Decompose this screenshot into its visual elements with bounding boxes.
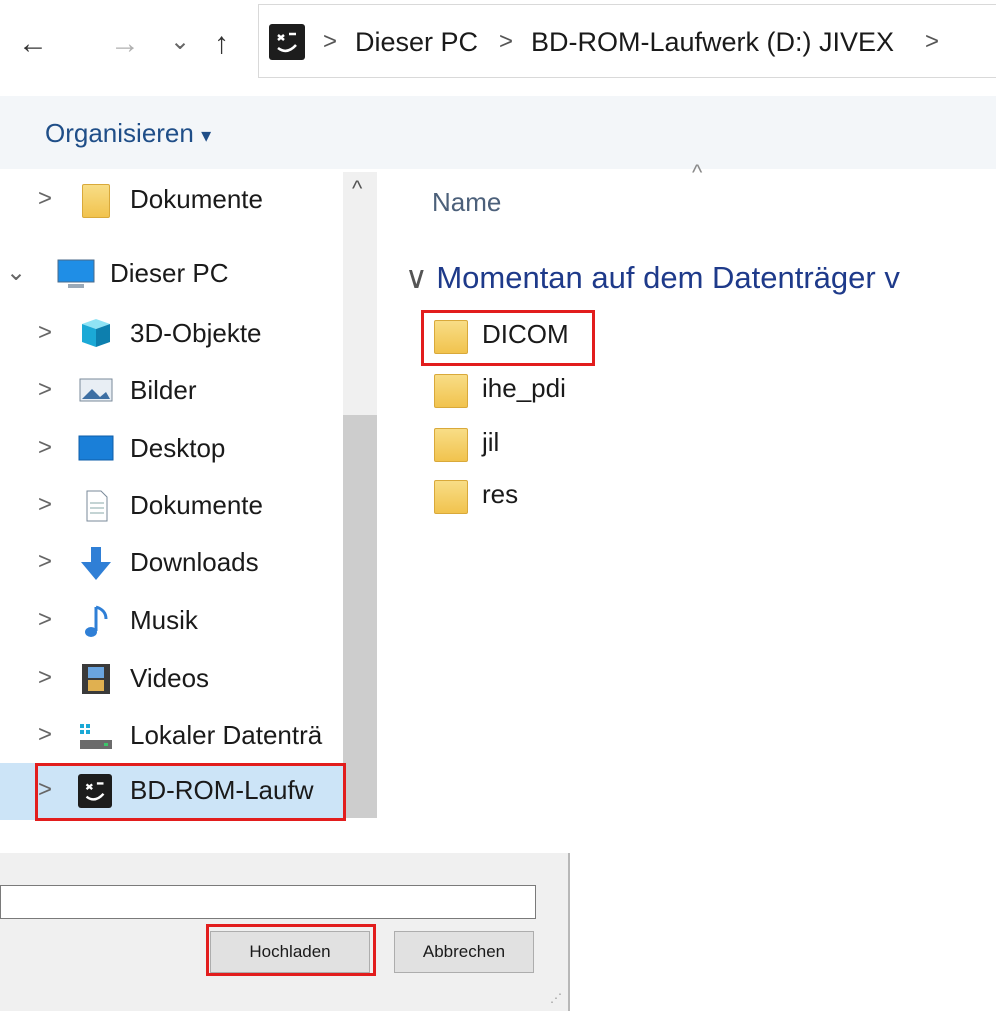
- chevron-right-icon[interactable]: >: [38, 433, 52, 463]
- tree-item-label: Dokumente: [130, 184, 263, 214]
- scroll-up-icon[interactable]: ^: [352, 176, 362, 202]
- cube-icon: [78, 318, 114, 348]
- cancel-button[interactable]: Abbrechen: [394, 931, 534, 973]
- breadcrumb-item-bd-rom[interactable]: BD-ROM-Laufwerk (D:) JIVEX: [531, 25, 894, 59]
- chevron-right-icon[interactable]: >: [38, 318, 52, 348]
- folder-icon: [434, 374, 468, 408]
- file-name: jil: [482, 427, 500, 457]
- file-item-jil[interactable]: jil: [434, 420, 734, 468]
- tree-item-label: Bilder: [130, 375, 197, 405]
- chevron-down-icon: ▾: [201, 125, 212, 147]
- tree-item-label: Downloads: [130, 547, 259, 577]
- organise-label: Organisieren: [45, 118, 194, 148]
- highlight-box-dicom: [421, 310, 595, 366]
- group-collapse-icon[interactable]: ∨: [405, 260, 428, 295]
- tree-item-3d-objekte[interactable]: > 3D-Objekte: [0, 306, 345, 362]
- tree-item-label: 3D-Objekte: [130, 318, 262, 348]
- tree-item-downloads[interactable]: > Downloads: [0, 535, 345, 591]
- command-bar: Organisieren ▾: [0, 96, 996, 169]
- highlight-box-bd-rom: [35, 763, 346, 821]
- pictures-icon: [78, 375, 114, 405]
- tree-item-dokumente-quick[interactable]: > Dokumente: [0, 172, 345, 228]
- tree-item-label: Dieser PC: [110, 258, 229, 288]
- download-arrow-icon: [78, 547, 114, 580]
- forward-button[interactable]: →: [110, 26, 140, 62]
- computer-icon: [54, 258, 95, 288]
- file-name: ihe_pdi: [482, 373, 566, 403]
- folder-icon: [434, 428, 468, 462]
- chevron-right-icon[interactable]: >: [38, 605, 52, 635]
- tree-item-label: Dokumente: [130, 490, 263, 520]
- breadcrumb-separator[interactable]: >: [925, 25, 939, 59]
- tree-item-label: Lokaler Datenträ: [130, 720, 323, 750]
- tree-item-musik[interactable]: > Musik: [0, 593, 345, 649]
- chevron-right-icon[interactable]: >: [38, 375, 52, 405]
- film-icon: [78, 663, 114, 694]
- breadcrumb-separator: >: [323, 28, 338, 55]
- file-item-res[interactable]: res: [434, 472, 734, 520]
- column-header-name[interactable]: Name: [432, 185, 501, 219]
- file-name: res: [482, 479, 519, 509]
- tree-item-label: Videos: [130, 663, 210, 693]
- breadcrumb-separator: >: [499, 28, 514, 55]
- recent-locations-button[interactable]: ⌄: [170, 24, 190, 60]
- tree-item-lokaler-datentraeger[interactable]: > Lokaler Datenträ: [0, 708, 345, 764]
- tree-item-bilder[interactable]: > Bilder: [0, 363, 345, 419]
- address-bar[interactable]: > Dieser PC > BD-ROM-Laufwerk (D:) JIVEX…: [258, 4, 996, 78]
- folder-icon: [78, 184, 114, 218]
- tree-scrollbar-thumb[interactable]: [343, 415, 377, 818]
- tree-item-dokumente[interactable]: > Dokumente: [0, 478, 345, 534]
- folder-icon: [434, 480, 468, 514]
- up-button[interactable]: ↑: [214, 26, 229, 62]
- tree-item-label: Musik: [130, 605, 198, 635]
- group-header[interactable]: ∨ Momentan auf dem Datenträger v: [405, 258, 900, 298]
- resize-grip-icon[interactable]: ⋰: [550, 991, 562, 1005]
- tree-item-label: Desktop: [130, 433, 226, 463]
- organise-menu-button[interactable]: Organisieren ▾: [45, 116, 211, 153]
- chevron-right-icon[interactable]: >: [38, 663, 52, 693]
- hard-drive-icon: [78, 720, 114, 750]
- bd-drive-icon: [269, 24, 305, 60]
- music-note-icon: [78, 605, 114, 637]
- chevron-right-icon[interactable]: >: [38, 184, 52, 214]
- sort-ascending-icon: ^: [692, 160, 703, 185]
- tree-item-videos[interactable]: > Videos: [0, 651, 345, 707]
- back-button[interactable]: ←: [18, 26, 48, 62]
- tree-item-desktop[interactable]: > Desktop: [0, 421, 345, 477]
- filename-input[interactable]: [0, 885, 536, 919]
- document-icon: [78, 490, 114, 522]
- file-item-ihe-pdi[interactable]: ihe_pdi: [434, 366, 734, 414]
- highlight-box-upload: [206, 924, 376, 976]
- group-title: Momentan auf dem Datenträger v: [436, 260, 900, 295]
- chevron-right-icon[interactable]: >: [38, 547, 52, 577]
- breadcrumb-item-dieser-pc[interactable]: Dieser PC: [355, 25, 478, 59]
- chevron-right-icon[interactable]: >: [38, 490, 52, 520]
- tree-item-dieser-pc[interactable]: ⌄ Dieser PC: [0, 246, 345, 302]
- chevron-down-icon[interactable]: ⌄: [6, 258, 26, 288]
- desktop-icon: [78, 433, 114, 463]
- chevron-right-icon[interactable]: >: [38, 720, 52, 750]
